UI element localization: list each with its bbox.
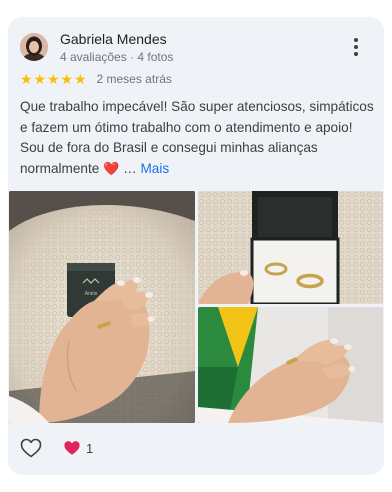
review-body: Que trabalho impecável! São super atenci… <box>20 99 374 176</box>
review-photo-1[interactable]: Anéis <box>9 191 195 423</box>
review-photo-2[interactable] <box>198 191 383 304</box>
more-options-icon[interactable] <box>348 37 364 57</box>
reaction-count: 1 <box>86 440 94 456</box>
author-avatar[interactable] <box>20 33 48 61</box>
review-card: Gabriela Mendes 4 avaliações · 4 fotos ★… <box>8 17 384 475</box>
review-text: Que trabalho impecável! São super atenci… <box>20 97 374 179</box>
ellipsis: … <box>119 160 141 176</box>
reaction-summary[interactable]: 1 <box>63 440 93 456</box>
author-meta: 4 avaliações · 4 fotos <box>60 50 174 64</box>
star-icon: ★ <box>47 71 60 87</box>
star-icon: ★ <box>33 71 47 87</box>
more-link[interactable]: Mais <box>140 161 169 176</box>
review-time: 2 meses atrás <box>96 72 172 86</box>
review-footer: 1 <box>20 435 93 461</box>
review-photo-3[interactable] <box>198 307 383 423</box>
star-icon: ★ <box>74 71 87 87</box>
heart-outline-icon[interactable] <box>20 438 42 458</box>
heart-emoji-icon: ❤️ <box>103 160 120 176</box>
star-rating: ★ ★ ★ ★ ★ 2 meses atrás <box>20 71 172 87</box>
star-icon: ★ <box>60 71 74 87</box>
box-brand-text: Anéis <box>85 291 98 297</box>
star-icon: ★ <box>20 71 33 87</box>
red-heart-icon <box>64 441 80 455</box>
author-name[interactable]: Gabriela Mendes <box>60 31 167 47</box>
